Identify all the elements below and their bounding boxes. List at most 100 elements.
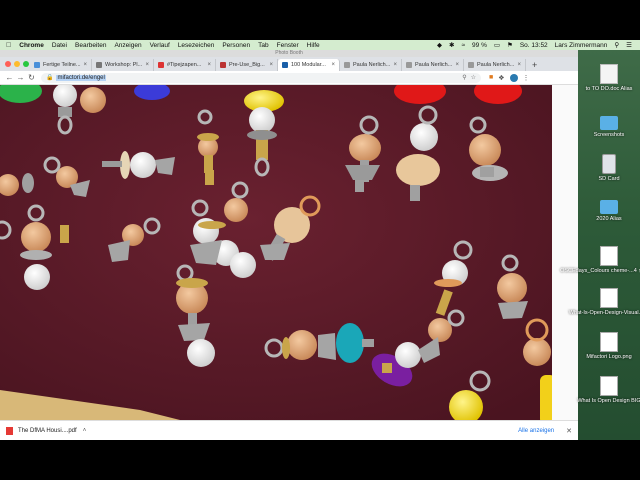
lock-icon: 🔒 (46, 75, 54, 81)
tab-favicon-icon (406, 62, 412, 68)
desktop-icon-label: 2020 Alias (596, 216, 622, 222)
wifi-icon[interactable]: ≈ (461, 42, 465, 49)
tab-close-icon[interactable]: × (393, 62, 397, 68)
tab-label: Paula Nerlich... (477, 62, 515, 68)
sdcard-icon (602, 154, 616, 174)
tab-label: Pre-Use_Big... (229, 62, 265, 68)
tab-label: Paula Nerlich... (415, 62, 453, 68)
page-scrollbar[interactable] (552, 85, 578, 420)
desktop-icon-label: SD Card (598, 176, 620, 182)
desktop-icon[interactable]: Mifactori Logo.png (578, 332, 640, 361)
menu-item-datei[interactable]: Datei (52, 42, 67, 49)
minimize-window-icon[interactable] (14, 61, 20, 67)
menu-item-bearbeiten[interactable]: Bearbeiten (75, 42, 106, 49)
desktop-icon-label: What Is Open Design BIG (577, 398, 640, 404)
download-chevron-icon[interactable]: ˄ (83, 428, 87, 434)
menu-item-verlauf[interactable]: Verlauf (150, 42, 170, 49)
img-icon (600, 246, 618, 266)
folder-icon (600, 200, 618, 214)
desktop-icon-label: to TO DO.doc Alias (585, 86, 633, 92)
browser-tab[interactable]: Paula Nerlich... × (340, 59, 402, 71)
tab-close-icon[interactable]: × (145, 62, 149, 68)
screen-recording-frame:  Chrome Datei Bearbeiten Anzeigen Verla… (0, 0, 640, 480)
desktop-icon[interactable]: to TO DO.doc Alias (578, 64, 640, 93)
close-downloads-icon[interactable]: ✕ (566, 427, 572, 435)
menu-list-icon[interactable]: ☰ (626, 41, 632, 49)
menu-item-lesezeichen[interactable]: Lesezeichen (178, 42, 215, 49)
browser-tab[interactable]: Paula Nerlich... × (402, 59, 464, 71)
downloads-bar: The DfMA Housi....pdf ˄ Alle anzeigen ✕ (0, 420, 578, 440)
desktop-icon[interactable]: What Is Open Design BIG (577, 376, 640, 405)
clock[interactable]: So. 13:52 (520, 42, 548, 49)
forward-arrow-icon[interactable]: → (15, 73, 26, 82)
mac-screen:  Chrome Datei Bearbeiten Anzeigen Verla… (0, 40, 640, 440)
extension-icon[interactable]: ■ (489, 74, 493, 81)
desktop-icon-label: Mifactori Logo.png (586, 354, 632, 360)
tab-close-icon[interactable]: × (455, 62, 459, 68)
menu-item-tab[interactable]: Tab (258, 42, 268, 49)
bluetooth-icon[interactable]: ✱ (449, 41, 454, 49)
browser-tab[interactable]: 100 Modular... × (278, 59, 340, 71)
window-titlebar: Photo Booth (0, 50, 578, 57)
address-bar[interactable]: 🔒 mifactori.de/engel ⚲ ☆ (41, 72, 481, 83)
zoom-window-icon[interactable] (23, 61, 29, 67)
tab-close-icon[interactable]: × (269, 62, 273, 68)
desktop-icon[interactable]: What-Is-Open-Design-Visual.png (569, 288, 640, 317)
desktop-icon-label: Screenshots (593, 132, 625, 138)
flag-icon[interactable]: ⚑ (507, 41, 513, 49)
tab-favicon-icon (220, 62, 226, 68)
video-frame[interactable] (0, 85, 552, 420)
more-menu-icon[interactable]: ⋮ (523, 74, 530, 82)
battery-percent[interactable]: 99 % (472, 42, 487, 49)
desktop-icon[interactable]: SD Card (578, 154, 640, 183)
shield-icon[interactable]: ◆ (437, 41, 442, 49)
menu-item-hilfe[interactable]: Hilfe (307, 42, 320, 49)
chrome-window: Photo Booth Fertige Teilne... × Workshop: … (0, 50, 578, 440)
browser-tab[interactable]: Paula Nerlich... × (464, 59, 526, 71)
show-all-downloads-link[interactable]: Alle anzeigen (518, 428, 554, 434)
new-tab-icon[interactable]: + (532, 59, 537, 71)
extension-puzzle-icon[interactable]: ❖ (498, 74, 504, 82)
download-item[interactable]: The DfMA Housi....pdf (18, 428, 77, 434)
menubar-status-area: ◆ ✱ ≈ 99 % ▭ ⚑ So. 13:52 Lars Zimmermann… (437, 41, 640, 50)
menu-item-fenster[interactable]: Fenster (277, 42, 299, 49)
search-icon[interactable]: ⚲ (614, 41, 619, 49)
menu-item-personen[interactable]: Personen (222, 42, 250, 49)
tab-close-icon[interactable]: × (331, 62, 335, 68)
pdf-file-icon (6, 426, 13, 435)
close-window-icon[interactable] (5, 61, 11, 67)
tab-label: 100 Modular... (291, 62, 326, 68)
tab-label: Workshop: Pl... (105, 62, 143, 68)
tab-favicon-icon (96, 62, 102, 68)
browser-tab[interactable]: #Tipejzapen... × (154, 59, 216, 71)
address-url[interactable]: mifactori.de/engel (56, 74, 106, 81)
tab-close-icon[interactable]: × (83, 62, 87, 68)
back-arrow-icon[interactable]: ← (4, 73, 15, 82)
reload-icon[interactable]: ↻ (26, 73, 37, 82)
tab-close-icon[interactable]: × (517, 62, 521, 68)
tab-favicon-icon (34, 62, 40, 68)
desktop-icon[interactable]: OSCEdays_Colours cheme-...4 ↑ ↔ ↑↔ (560, 246, 640, 275)
tab-close-icon[interactable]: × (207, 62, 211, 68)
user-name[interactable]: Lars Zimmermann (555, 42, 608, 49)
folder-icon (600, 116, 618, 130)
tab-favicon-icon (282, 62, 288, 68)
browser-tab[interactable]: Fertige Teilne... × (30, 59, 92, 71)
tab-strip: Fertige Teilne... × Workshop: Pl... × #Tipej… (0, 57, 578, 71)
bookmark-star-icon[interactable]: ☆ (471, 74, 476, 81)
browser-tab[interactable]: Workshop: Pl... × (92, 59, 154, 71)
menu-item-anzeigen[interactable]: Anzeigen (114, 42, 141, 49)
browser-tab[interactable]: Pre-Use_Big... × (216, 59, 278, 71)
battery-icon[interactable]: ▭ (494, 41, 500, 49)
desktop-icon-label: OSCEdays_Colours cheme-...4 ↑ ↔ ↑↔ (560, 268, 640, 274)
menu-app-name[interactable]: Chrome (19, 42, 44, 49)
tab-label: Fertige Teilne... (43, 62, 81, 68)
desktop-icon[interactable]: 2020 Alias (578, 196, 640, 223)
mac-menubar:  Chrome Datei Bearbeiten Anzeigen Verla… (0, 40, 640, 50)
apple-menu-icon[interactable]:  (6, 42, 11, 49)
img-icon (600, 288, 618, 308)
page-content (0, 85, 578, 420)
desktop-icon[interactable]: Screenshots (578, 112, 640, 139)
zoom-search-icon[interactable]: ⚲ (462, 74, 466, 81)
profile-avatar[interactable] (509, 73, 518, 82)
